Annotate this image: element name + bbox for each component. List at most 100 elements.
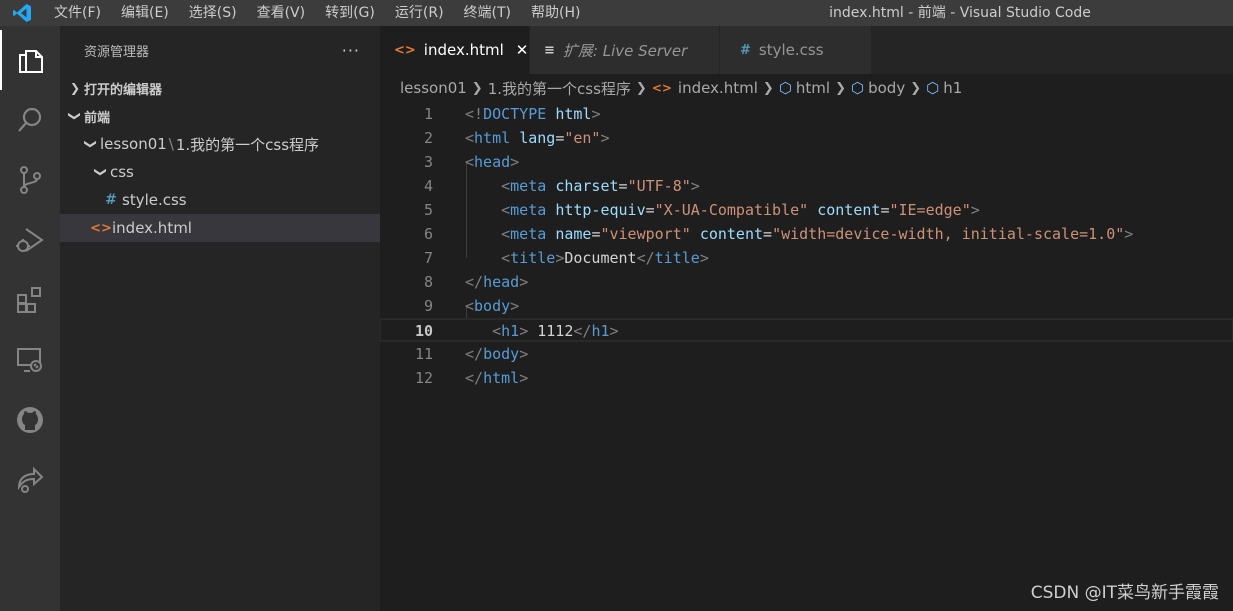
breadcrumb-item[interactable]: h1 xyxy=(943,79,962,97)
code-token: > xyxy=(510,297,520,315)
explorer-sidebar: 资源管理器 ··· ❯ 打开的编辑器 ❯ 前端 ❯ lesson01 \ 1.我… xyxy=(60,26,380,611)
code-token: 1112 xyxy=(528,322,574,340)
code-line[interactable]: 8 </head> xyxy=(380,270,1233,294)
explorer-icon[interactable] xyxy=(0,30,60,90)
code-token: > xyxy=(970,201,980,219)
code-token: meta xyxy=(510,177,547,195)
menu-terminal[interactable]: 终端(T) xyxy=(454,0,521,26)
menu-run[interactable]: 运行(R) xyxy=(385,0,454,26)
code-token: = xyxy=(763,225,773,243)
code-token: "width=device-width, initial-scale=1.0" xyxy=(772,225,1125,243)
code-token: h1 xyxy=(591,322,610,340)
code-token: > xyxy=(699,249,709,267)
run-debug-icon[interactable] xyxy=(0,210,60,270)
line-number: 9 xyxy=(423,297,433,315)
code-line[interactable]: 6 <meta name="viewport" content="width=d… xyxy=(380,222,1233,246)
github-icon[interactable] xyxy=(0,390,60,450)
code-text: <html lang="en"> xyxy=(465,126,610,150)
code-text: <meta http-equiv="X-UA-Compatible" conte… xyxy=(465,198,980,222)
editor-tab-bar: <> index.html ✕ ≡ 扩展: Live Server # styl… xyxy=(380,26,1233,74)
tab-index-html[interactable]: <> index.html ✕ xyxy=(380,26,530,74)
breadcrumb-item[interactable]: index.html xyxy=(678,79,758,97)
breadcrumb-item[interactable]: lesson01 xyxy=(400,79,467,97)
tab-live-server[interactable]: ≡ 扩展: Live Server xyxy=(530,26,720,74)
tree-folder-css[interactable]: ❯ css xyxy=(60,158,380,186)
tree-file-style-css[interactable]: # style.css xyxy=(60,186,380,214)
menu-bar: 文件(F) 编辑(E) 选择(S) 查看(V) 转到(G) 运行(R) 终端(T… xyxy=(44,0,590,26)
code-line[interactable]: 3 <head> xyxy=(380,150,1233,174)
code-token: > xyxy=(519,273,529,291)
code-token: < xyxy=(465,129,475,147)
source-control-icon[interactable] xyxy=(0,150,60,210)
code-token: < xyxy=(492,322,502,340)
code-token: "viewport" xyxy=(600,225,691,243)
css-file-icon: # xyxy=(105,192,117,208)
tree-folder-lesson01[interactable]: ❯ lesson01 \ 1.我的第一个css程序 xyxy=(60,130,380,158)
extensions-icon[interactable] xyxy=(0,270,60,330)
code-line[interactable]: 11 </body> xyxy=(380,342,1233,366)
search-icon[interactable] xyxy=(0,90,60,150)
tab-label: index.html xyxy=(423,41,504,59)
live-share-icon[interactable] xyxy=(0,450,60,510)
code-token: > xyxy=(1124,225,1134,243)
code-line[interactable]: 1 <!DOCTYPE html> xyxy=(380,102,1233,126)
code-line[interactable]: 9 <body> xyxy=(380,294,1233,318)
code-text: <title>Document</title> xyxy=(465,246,709,270)
line-number: 8 xyxy=(423,273,433,291)
tree-file-index-html[interactable]: <> index.html xyxy=(60,214,380,242)
code-token: body xyxy=(483,345,520,363)
workspace-section[interactable]: ❯ 前端 xyxy=(60,102,380,130)
chevron-right-icon: ❯ xyxy=(635,80,647,96)
menu-file[interactable]: 文件(F) xyxy=(44,0,111,26)
line-number: 2 xyxy=(423,129,433,147)
line-number: 11 xyxy=(414,345,433,363)
code-token: </ xyxy=(465,369,484,387)
code-token: = xyxy=(555,129,565,147)
code-token: <! xyxy=(465,105,484,123)
code-line[interactable]: 2 <html lang="en"> xyxy=(380,126,1233,150)
watermark: CSDN @IT菜鸟新手霞霞 xyxy=(1030,583,1219,603)
line-number: 3 xyxy=(423,153,433,171)
line-number: 12 xyxy=(414,369,433,387)
code-token: < xyxy=(501,201,511,219)
code-token: "X-UA-Compatible" xyxy=(654,201,809,219)
menu-edit[interactable]: 编辑(E) xyxy=(111,0,179,26)
breadcrumb-item[interactable]: body xyxy=(868,79,905,97)
menu-go[interactable]: 转到(G) xyxy=(315,0,385,26)
code-token: < xyxy=(465,297,475,315)
tab-style-css[interactable]: # style.css xyxy=(720,26,872,74)
menu-help[interactable]: 帮助(H) xyxy=(521,0,590,26)
code-line[interactable]: 7 <title>Document</title> xyxy=(380,246,1233,270)
folder-name-css: css xyxy=(110,163,134,181)
breadcrumb-item[interactable]: html xyxy=(796,79,830,97)
code-token: = xyxy=(645,201,655,219)
menu-selection[interactable]: 选择(S) xyxy=(179,0,247,26)
code-token: > xyxy=(591,105,601,123)
code-line[interactable]: 12 </html> xyxy=(380,366,1233,390)
more-actions-icon[interactable]: ··· xyxy=(342,41,360,60)
code-editor[interactable]: 1 <!DOCTYPE html> 2 <html lang="en"> 3 <head>… xyxy=(380,102,1233,611)
chevron-right-icon: ❯ xyxy=(910,80,922,96)
code-text: <meta charset="UTF-8"> xyxy=(465,174,700,198)
code-token: > xyxy=(519,322,529,340)
open-editors-section[interactable]: ❯ 打开的编辑器 xyxy=(60,74,380,102)
code-token: meta xyxy=(510,225,547,243)
activity-bar xyxy=(0,26,60,611)
breadcrumb-item[interactable]: 1.我的第一个css程序 xyxy=(488,78,631,99)
menu-view[interactable]: 查看(V) xyxy=(247,0,316,26)
code-line[interactable]: 5 <meta http-equiv="X-UA-Compatible" con… xyxy=(380,198,1233,222)
element-cube-icon: ⬡ xyxy=(926,79,940,97)
code-line[interactable]: 10 <h1> 1112</h1> xyxy=(380,318,1233,342)
html-file-icon: <> xyxy=(651,81,672,95)
line-number: 10 xyxy=(414,322,433,340)
code-token: "IE=edge" xyxy=(889,201,971,219)
code-line[interactable]: 4 <meta charset="UTF-8"> xyxy=(380,174,1233,198)
code-token: "en" xyxy=(564,129,601,147)
chevron-right-icon: ❯ xyxy=(69,81,81,95)
close-icon[interactable]: ✕ xyxy=(516,41,529,59)
remote-explorer-icon[interactable] xyxy=(0,330,60,390)
folder-name-lesson01: lesson01 xyxy=(100,135,167,153)
